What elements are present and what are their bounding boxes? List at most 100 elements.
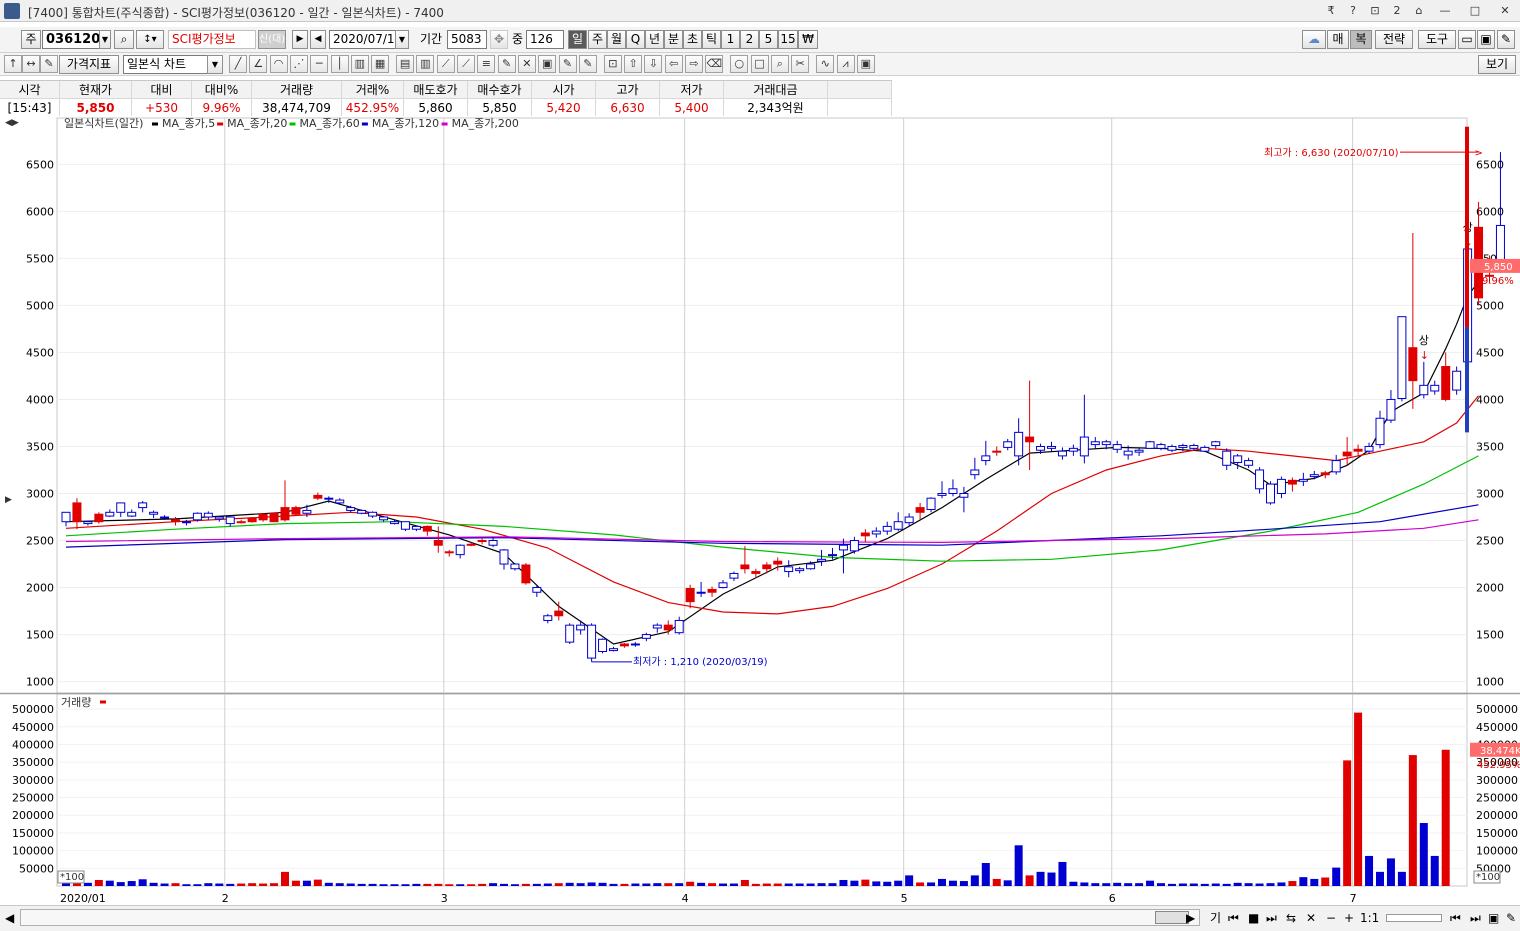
- drag-icon[interactable]: ✥: [490, 30, 508, 49]
- lines-tool-icon[interactable]: ▥: [416, 55, 435, 73]
- interval-month[interactable]: 월: [607, 30, 626, 49]
- date-dropdown[interactable]: ▼: [395, 30, 409, 49]
- zoom-out-icon[interactable]: −: [1326, 909, 1336, 927]
- hline-tool-icon[interactable]: ─: [310, 55, 329, 73]
- save-icon[interactable]: ▣: [1477, 30, 1495, 49]
- angle-tool-icon[interactable]: ∠: [249, 55, 268, 73]
- help-icon[interactable]: ?: [1342, 0, 1364, 22]
- scissor-tool-icon[interactable]: ✂: [791, 55, 810, 73]
- zoom-in-icon[interactable]: +: [1344, 909, 1354, 927]
- market-select[interactable]: 주: [21, 30, 41, 49]
- bars-tool-icon[interactable]: ▥: [350, 55, 369, 73]
- fan-tool-icon[interactable]: ⋰: [289, 55, 308, 73]
- go-end-icon[interactable]: ⏭: [1470, 909, 1481, 927]
- strategy-button[interactable]: 전략: [1375, 30, 1413, 49]
- tools-button[interactable]: 도구: [1418, 30, 1456, 49]
- crosshair-icon[interactable]: ✕: [1306, 909, 1316, 927]
- interval-5[interactable]: 5: [759, 30, 778, 49]
- minimize-button[interactable]: —: [1430, 0, 1460, 22]
- side-collapse-icon[interactable]: ▶: [5, 495, 12, 505]
- sort-icon[interactable]: ↕▾: [136, 30, 164, 49]
- prev-icon[interactable]: ◀: [310, 30, 326, 49]
- interval-week[interactable]: 주: [588, 30, 607, 49]
- scroll-right-icon[interactable]: ▶: [1186, 909, 1195, 927]
- rect-tool-icon[interactable]: □: [750, 55, 769, 73]
- interval-year[interactable]: 년: [645, 30, 664, 49]
- price-indicator-button[interactable]: 가격지표: [59, 55, 119, 74]
- chart-type-dropdown[interactable]: ▼: [207, 55, 223, 74]
- pen-tool-icon[interactable]: ✎: [497, 55, 516, 73]
- interval-second[interactable]: 초: [683, 30, 702, 49]
- stock-code-dropdown[interactable]: ▼: [99, 30, 111, 49]
- wrench-icon[interactable]: ✎: [1497, 30, 1515, 49]
- scroll-thumb[interactable]: [1155, 911, 1189, 924]
- chart-area[interactable]: 1000 1000 1500 1500 2000 2000 2500 2500 3000 3000…: [0, 116, 1520, 906]
- color-tool-icon[interactable]: ▣: [538, 55, 557, 73]
- currency-icon[interactable]: ₩: [798, 30, 818, 49]
- pin-icon[interactable]: ₹: [1320, 0, 1342, 22]
- play-icon[interactable]: ⏭: [1266, 909, 1277, 927]
- vline-tool-icon[interactable]: │: [330, 55, 349, 73]
- zoom-slider[interactable]: [1386, 914, 1442, 922]
- settings-icon[interactable]: ✎: [1506, 909, 1516, 927]
- volume-tick-label: 200000: [12, 809, 54, 822]
- open-folder-icon[interactable]: ▭: [1458, 30, 1476, 49]
- edit-icon[interactable]: ✎: [40, 55, 58, 73]
- arc-tool-icon[interactable]: ◠: [269, 55, 288, 73]
- circle-tool-icon[interactable]: ○: [730, 55, 749, 73]
- eraser-tool-icon[interactable]: ⌫: [705, 55, 724, 73]
- expand-icon[interactable]: ↔: [22, 55, 40, 73]
- volume-bar: [127, 881, 136, 886]
- period-icon[interactable]: 기: [1210, 909, 1221, 927]
- view-button[interactable]: 보기: [1478, 55, 1516, 74]
- cross-tool-icon[interactable]: ✕: [517, 55, 536, 73]
- interval-day[interactable]: 일: [568, 30, 587, 49]
- fib-tool-icon[interactable]: ≡: [477, 55, 496, 73]
- maximize-button[interactable]: □: [1460, 0, 1490, 22]
- interval-quarter[interactable]: Q: [626, 30, 645, 49]
- up-arrow-icon[interactable]: ↑: [4, 55, 22, 73]
- stop-icon[interactable]: ■: [1248, 909, 1259, 927]
- scroll-left-icon[interactable]: ◀: [5, 909, 14, 927]
- note-tool-icon[interactable]: ✎: [578, 55, 597, 73]
- box-tool-icon[interactable]: ⊡: [603, 55, 622, 73]
- layout-icon[interactable]: ⊡: [1364, 0, 1386, 22]
- close-button[interactable]: ✕: [1490, 0, 1520, 22]
- compare-icon[interactable]: ⇆: [1286, 909, 1296, 927]
- panel-collapse-icon[interactable]: ◀▶: [5, 118, 19, 128]
- grid-tool-icon[interactable]: ▦: [371, 55, 390, 73]
- next-icon[interactable]: ▶: [292, 30, 308, 49]
- home-icon[interactable]: ⌂: [1408, 0, 1430, 22]
- candlestick-chart[interactable]: 1000 1000 1500 1500 2000 2000 2500 2500 3000 3000…: [0, 116, 1520, 906]
- search-icon[interactable]: ⌕: [114, 30, 134, 49]
- compound-button[interactable]: 복: [1350, 30, 1372, 49]
- cloud-icon[interactable]: ☁: [1302, 30, 1326, 49]
- zoom-ratio[interactable]: 1:1: [1360, 909, 1379, 927]
- interval-minute[interactable]: 분: [664, 30, 683, 49]
- channel-tool-icon[interactable]: ⟋: [436, 55, 455, 73]
- magnify-tool-icon[interactable]: ⌕: [770, 55, 789, 73]
- count-input[interactable]: 126: [526, 30, 564, 49]
- buy-sell-button[interactable]: 매: [1327, 30, 1349, 49]
- interval-1[interactable]: 1: [721, 30, 740, 49]
- arrow-down-tool-icon[interactable]: ⇩: [644, 55, 663, 73]
- horizontal-scrollbar[interactable]: [20, 909, 1200, 926]
- picture-tool-icon[interactable]: ▣: [856, 55, 875, 73]
- table-tool-icon[interactable]: ▤: [396, 55, 415, 73]
- wave-tool-icon[interactable]: ∿: [816, 55, 835, 73]
- arrow-left-tool-icon[interactable]: ⇦: [664, 55, 683, 73]
- arrow-up-tool-icon[interactable]: ⇧: [624, 55, 643, 73]
- trend-tool-icon[interactable]: ✎: [558, 55, 577, 73]
- screenshot-icon[interactable]: ▣: [1488, 909, 1499, 927]
- interval-2[interactable]: 2: [740, 30, 759, 49]
- link-number[interactable]: 2: [1386, 0, 1408, 22]
- arrow-right-tool-icon[interactable]: ⇨: [685, 55, 703, 73]
- zigzag-tool-icon[interactable]: ⩘: [836, 55, 855, 73]
- interval-tick[interactable]: 틱: [702, 30, 721, 49]
- first-icon[interactable]: ⏮: [1228, 909, 1239, 927]
- period-input[interactable]: 5083: [447, 30, 487, 49]
- line-tool-icon[interactable]: ╱: [229, 55, 247, 73]
- interval-15[interactable]: 15: [778, 30, 798, 49]
- go-start-icon[interactable]: ⏮: [1450, 909, 1461, 927]
- pattern-tool-icon[interactable]: ⟋: [457, 55, 475, 73]
